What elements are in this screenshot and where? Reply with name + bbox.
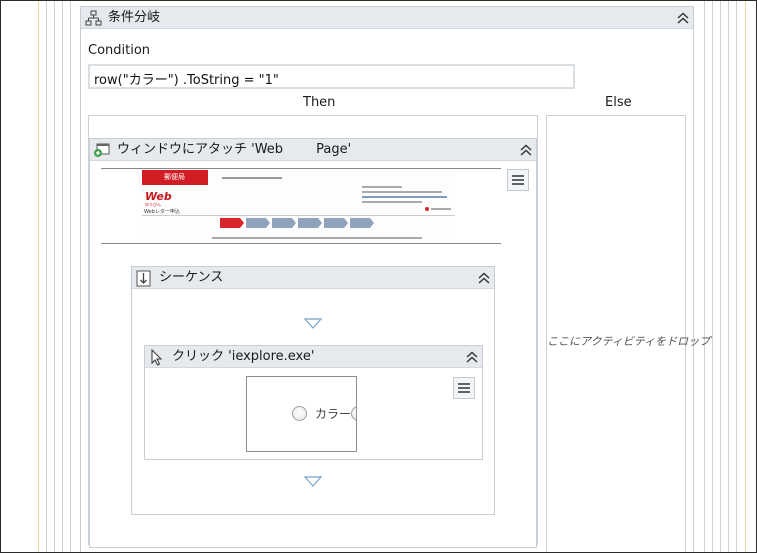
flowchart-branch-icon (85, 10, 102, 26)
double-chevron-up-icon[interactable] (464, 349, 480, 365)
if-activity-header[interactable]: 条件分岐 (81, 7, 693, 29)
web-page-thumbnail: 郵便局 Web ゆうびん Webレター申込 (101, 168, 501, 244)
attach-window-menu-button[interactable] (507, 169, 529, 191)
guide-line (728, 0, 729, 553)
guide-line (62, 0, 63, 553)
radio-button (292, 406, 307, 421)
else-label: Else (605, 95, 632, 110)
attach-window-title: ウィンドウにアタッチ 'Web Page' (117, 142, 352, 157)
sequence-icon (136, 270, 151, 287)
drop-arrow-icon[interactable] (304, 318, 322, 329)
else-drop-hint: ここにアクティビティをドロップ (547, 335, 711, 348)
mouse-pointer-icon (151, 349, 163, 366)
site-header-bar: 郵便局 (142, 170, 208, 185)
guide-line (745, 0, 746, 553)
service-caption: Webレター申込 (144, 209, 180, 215)
condition-label: Condition (88, 43, 151, 58)
org-name: 郵便局 (164, 173, 185, 181)
preview-label: カラー (315, 407, 352, 421)
click-title: クリック 'iexplore.exe' (172, 349, 315, 364)
guide-line (720, 0, 721, 553)
condition-field[interactable]: row("カラー") .ToString = "1" (88, 64, 575, 89)
sequence-header[interactable]: シーケンス (132, 267, 494, 289)
guide-line (38, 0, 39, 553)
attach-window-header[interactable]: ウィンドウにアタッチ 'Web Page' (90, 139, 536, 161)
click-header[interactable]: クリック 'iexplore.exe' (145, 346, 482, 368)
if-activity-title: 条件分岐 (108, 10, 161, 25)
radio-button (351, 406, 356, 421)
click-target-preview: カラー (246, 376, 357, 452)
guide-line (736, 0, 737, 553)
sequence-title: シーケンス (159, 270, 224, 285)
then-label: Then (303, 95, 336, 110)
double-chevron-up-icon[interactable] (476, 270, 492, 286)
drop-arrow-icon[interactable] (304, 476, 322, 487)
double-chevron-up-icon[interactable] (675, 10, 691, 26)
page-text-lines (212, 177, 451, 239)
guide-line (704, 0, 705, 553)
double-chevron-up-icon[interactable] (518, 142, 534, 158)
guide-line (712, 0, 713, 553)
guide-line (54, 0, 55, 553)
window-attach-icon (94, 143, 110, 157)
guide-line (46, 0, 47, 553)
guide-line (70, 0, 71, 553)
click-menu-button[interactable] (453, 377, 475, 399)
